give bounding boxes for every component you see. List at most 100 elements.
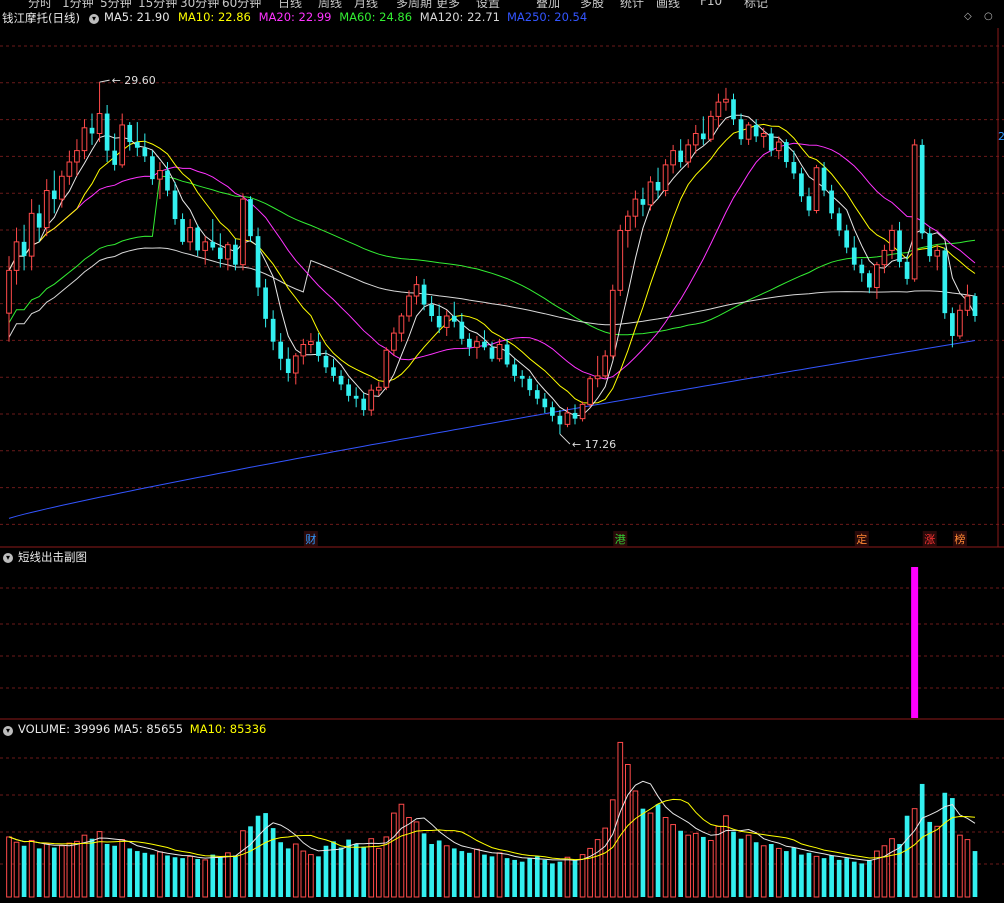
candle-body — [836, 213, 842, 231]
volume-bar — [300, 850, 307, 898]
volume-bar — [127, 848, 133, 897]
volume-bar — [338, 847, 344, 897]
high-price-label: ← 29.60 — [112, 74, 156, 87]
volume-bar — [482, 854, 487, 897]
right-edge-value: 2 — [998, 130, 1004, 143]
volume-bar — [813, 855, 820, 898]
volume-bar — [859, 863, 865, 897]
candle-body — [927, 233, 933, 257]
candle-body — [564, 412, 571, 425]
volume-bar — [640, 808, 646, 897]
volume-ma10-line — [8, 798, 976, 861]
volume-bar — [308, 854, 314, 898]
event-marker: 财 — [305, 532, 316, 546]
volume-bar — [81, 834, 88, 898]
volume-bar — [346, 839, 351, 897]
candle-body — [957, 309, 963, 337]
volume-bar — [829, 855, 834, 897]
volume-bar — [594, 839, 601, 898]
volume-bar — [527, 858, 533, 897]
indicator-label: MA10: 85336 — [189, 722, 267, 736]
stock-name: 钱江摩托(日线) — [2, 11, 80, 25]
candle-body — [187, 227, 193, 243]
ma120-line — [8, 247, 976, 338]
volume-bar — [28, 839, 35, 898]
indicator-label: MA10: 22.86 — [178, 10, 251, 24]
candle-body — [527, 378, 533, 391]
candle-body — [655, 181, 661, 191]
volume-bar — [36, 848, 42, 897]
volume-bar — [867, 859, 872, 897]
candle-body — [338, 375, 344, 385]
candle-body — [104, 113, 110, 151]
volume-bar — [134, 851, 140, 897]
candle-body — [572, 412, 578, 419]
volume-bar — [104, 844, 110, 897]
candle-body — [210, 241, 216, 248]
volume-bar — [459, 851, 465, 897]
volume-bar — [225, 852, 231, 898]
candle-body — [451, 315, 457, 322]
candle-body — [195, 227, 201, 251]
candle-body — [157, 170, 163, 180]
diamond-icon[interactable]: ◇ — [964, 11, 972, 22]
candle-body — [625, 215, 631, 231]
candle-body — [383, 349, 390, 388]
event-marker: 涨 — [924, 533, 935, 546]
volume-bar — [496, 852, 503, 898]
candle-body — [753, 124, 759, 137]
volume-bar — [248, 826, 253, 897]
volume-bar — [157, 851, 163, 898]
volume-bar — [791, 847, 797, 897]
volume-bar — [512, 859, 517, 897]
indicator-label: MA20: 22.99 — [258, 10, 332, 24]
volume-bar — [451, 848, 457, 897]
volume-bar — [723, 815, 729, 898]
indicator-label: MA120: 22.71 — [419, 10, 500, 24]
candle-body — [474, 341, 480, 348]
candle-body — [867, 273, 872, 288]
candle-body — [942, 250, 948, 314]
volume-bar — [897, 844, 902, 897]
candle-body — [874, 264, 880, 288]
candle-body — [353, 395, 359, 399]
volume-bar — [13, 841, 20, 898]
candle-body — [859, 264, 865, 274]
candle-body — [768, 133, 774, 151]
volume-bar — [806, 852, 812, 897]
candle-body — [715, 101, 722, 117]
volume-bar — [112, 845, 117, 897]
sub-header: ▾ 短线出击副图 — [0, 547, 1004, 565]
candle-body — [278, 341, 284, 359]
candle-body — [700, 133, 706, 140]
volume-bar — [685, 834, 692, 898]
volume-bar — [142, 852, 148, 897]
indicator-label: MA60: 24.86 — [339, 10, 413, 24]
candle-body — [127, 124, 133, 143]
candle-body — [6, 269, 12, 314]
volume-bar — [950, 798, 955, 897]
volume-bar — [217, 857, 223, 897]
volume-bar — [255, 815, 261, 897]
volume-bar — [443, 845, 450, 898]
candle-body — [783, 142, 789, 163]
candle-body — [429, 304, 434, 316]
volume-bar — [375, 847, 382, 898]
candle-body — [964, 295, 971, 311]
candle-body — [723, 98, 729, 103]
candle-body — [482, 341, 487, 348]
volume-bar — [429, 844, 434, 897]
volume-bar — [964, 839, 971, 898]
volume-bar — [889, 838, 895, 898]
candle-body — [972, 296, 978, 316]
candle-body — [292, 355, 299, 374]
chart-canvas: ← 29.60 ← 17.26 2 财 港 定 涨 榜 — [0, 28, 1004, 898]
volume-bar — [436, 840, 442, 897]
candle-body — [647, 181, 654, 206]
ma250-line — [8, 340, 976, 519]
candle-body — [844, 230, 850, 248]
candle-body — [413, 284, 420, 297]
candle-body — [134, 142, 140, 148]
circle-icon[interactable]: ○ — [984, 11, 993, 22]
candle-body — [459, 321, 465, 339]
